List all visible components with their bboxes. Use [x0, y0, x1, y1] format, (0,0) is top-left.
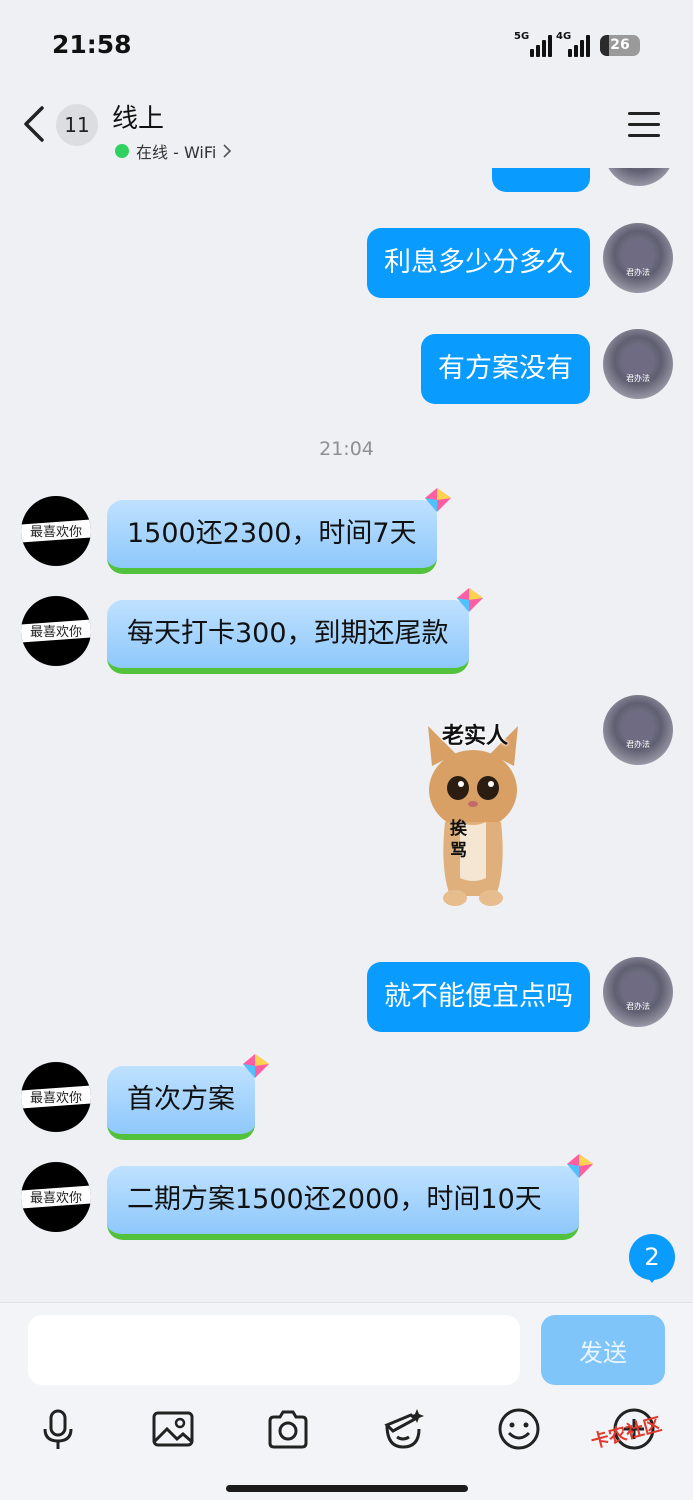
avatar[interactable]: 君办法 [603, 223, 673, 293]
signal-4g-icon: 4G [556, 31, 592, 57]
timestamp: 21:04 [319, 438, 374, 460]
message-bubble-other[interactable]: 每天打卡300，到期还尾款 [107, 588, 483, 674]
new-messages-badge[interactable]: 2 [629, 1234, 675, 1283]
avatar[interactable]: 君办法 [603, 695, 673, 765]
unread-count-badge[interactable]: 11 [56, 104, 98, 146]
voice-icon[interactable] [36, 1407, 80, 1451]
avatar[interactable]: 最喜欢你 [21, 596, 91, 666]
avatar[interactable] [604, 168, 674, 186]
chat-title[interactable]: 线上 [112, 98, 164, 135]
kite-icon [424, 488, 451, 512]
message-bubble-mine[interactable]: 利息多少分多久 [367, 228, 590, 298]
avatar[interactable]: 最喜欢你 [21, 1062, 91, 1132]
kite-icon [456, 588, 483, 612]
message-bubble-partial[interactable] [492, 168, 590, 192]
smile-icon[interactable] [497, 1407, 541, 1451]
clock: 21:58 [52, 30, 132, 59]
home-indicator[interactable] [226, 1485, 468, 1492]
cat-sticker[interactable]: 老实人 挨骂 [410, 718, 520, 918]
battery-icon: 26 [600, 35, 640, 56]
sticker-caption-middle: 挨骂 [450, 819, 467, 861]
online-status[interactable]: 在线 - WiFi [115, 139, 232, 163]
online-dot-icon [115, 144, 129, 158]
back-arrow-icon[interactable] [20, 104, 50, 144]
message-bubble-mine[interactable]: 有方案没有 [421, 334, 590, 404]
send-button[interactable]: 发送 [541, 1315, 665, 1385]
message-bubble-other[interactable]: 1500还2300，时间7天 [107, 488, 451, 574]
image-icon[interactable] [151, 1407, 195, 1451]
avatar[interactable]: 君办法 [603, 957, 673, 1027]
menu-icon[interactable] [628, 112, 660, 138]
message-bubble-other[interactable]: 二期方案1500还2000，时间10天 [107, 1154, 593, 1240]
chevron-right-icon [223, 144, 232, 158]
message-list[interactable]: 利息多少分多久 君办法 有方案没有 君办法 21:04 最喜欢你 1500还23… [0, 168, 693, 1302]
signal-5g-icon: 5G [514, 31, 552, 57]
avatar[interactable]: 最喜欢你 [21, 1162, 91, 1232]
chat-header: 11 线上 在线 - WiFi [0, 90, 693, 170]
message-bubble-other[interactable]: 首次方案 [107, 1054, 269, 1140]
kite-icon [567, 1154, 593, 1178]
message-input[interactable] [28, 1315, 520, 1385]
message-bubble-mine[interactable]: 就不能便宜点吗 [367, 962, 590, 1032]
avatar[interactable]: 君办法 [603, 329, 673, 399]
status-bar: 21:58 5G 4G 26 [0, 0, 693, 90]
input-bar: 发送 卡农社区 [0, 1302, 693, 1500]
sticker-caption-top: 老实人 [441, 724, 508, 749]
online-status-text: 在线 - WiFi [136, 143, 217, 162]
emoji-draw-icon[interactable] [381, 1407, 425, 1451]
kite-icon [243, 1054, 269, 1078]
avatar[interactable]: 最喜欢你 [21, 496, 91, 566]
camera-icon[interactable] [266, 1407, 310, 1451]
